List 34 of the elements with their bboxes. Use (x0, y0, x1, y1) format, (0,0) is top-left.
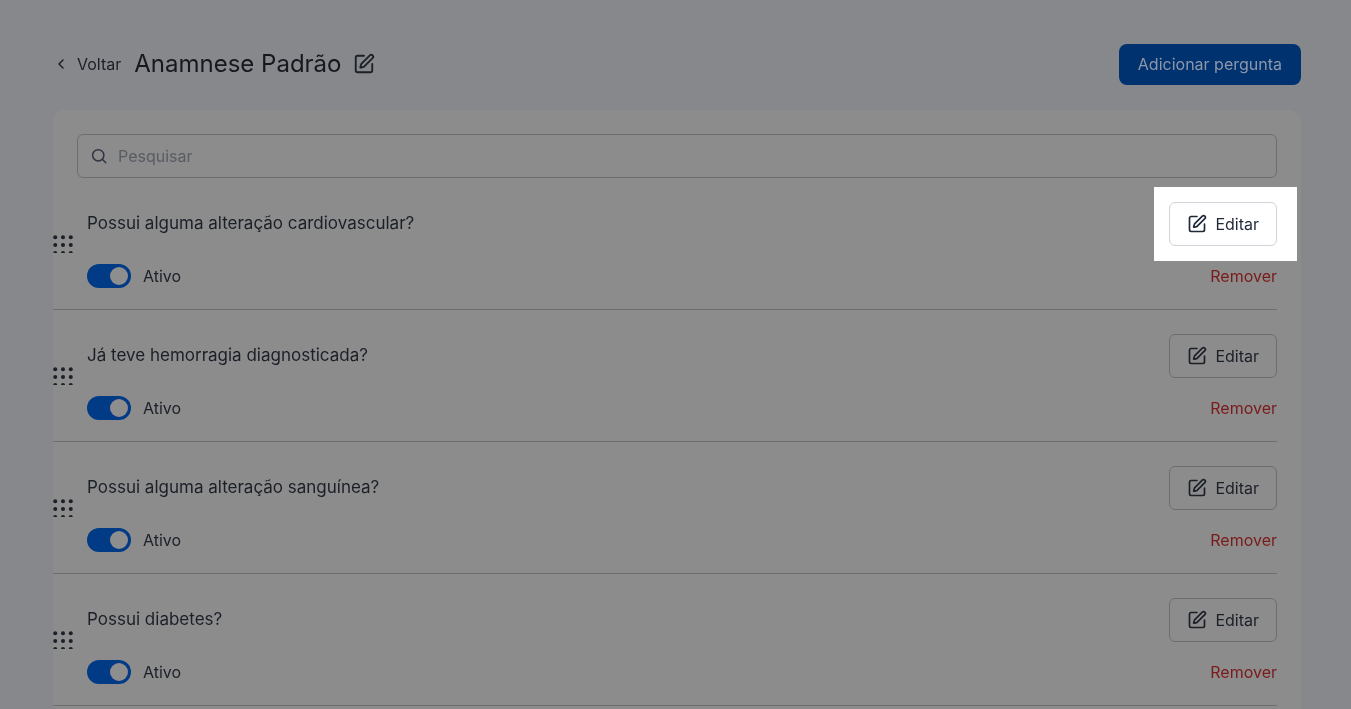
edit-icon (1187, 478, 1208, 498)
page-title: Anamnese Padrão (134, 48, 342, 80)
edit-button[interactable]: Editar (1169, 598, 1277, 642)
drag-handle-icon[interactable] (53, 366, 73, 385)
edit-icon (1187, 346, 1208, 366)
question-text: Possui alguma alteração sanguínea? (87, 476, 380, 500)
toggle-switch[interactable] (87, 396, 131, 420)
edit-button[interactable]: Editar (1169, 466, 1277, 510)
edit-button[interactable]: Editar (1169, 334, 1277, 378)
toggle-switch[interactable] (87, 264, 131, 288)
status-label: Ativo (143, 397, 182, 420)
drag-handle-icon[interactable] (53, 498, 73, 517)
toggle-switch[interactable] (87, 528, 131, 552)
status-label: Ativo (143, 661, 182, 684)
add-question-button[interactable]: Adicionar pergunta (1118, 43, 1301, 85)
remove-link[interactable]: Remover (1210, 396, 1277, 420)
search-icon (90, 147, 108, 165)
question-text: Possui diabetes? (87, 608, 223, 632)
toggle-switch[interactable] (87, 660, 131, 684)
remove-link[interactable]: Remover (1210, 660, 1277, 684)
edit-icon (353, 53, 376, 75)
edit-icon (1187, 610, 1208, 630)
back-button[interactable]: Voltar (53, 52, 122, 76)
drag-handle-icon[interactable] (53, 234, 73, 253)
question-text: Possui alguma alteração cardiovascular? (87, 212, 415, 236)
edit-button[interactable]: Editar (1169, 202, 1277, 246)
remove-link[interactable]: Remover (1210, 528, 1277, 552)
question-text: Já teve hemorragia diagnosticada? (87, 344, 368, 368)
status-label: Ativo (143, 529, 182, 552)
remove-link[interactable]: Remover (1210, 264, 1277, 288)
edit-icon (1187, 214, 1208, 234)
status-label: Ativo (143, 265, 182, 288)
edit-title-button[interactable] (353, 53, 376, 75)
drag-handle-icon[interactable] (53, 630, 73, 649)
